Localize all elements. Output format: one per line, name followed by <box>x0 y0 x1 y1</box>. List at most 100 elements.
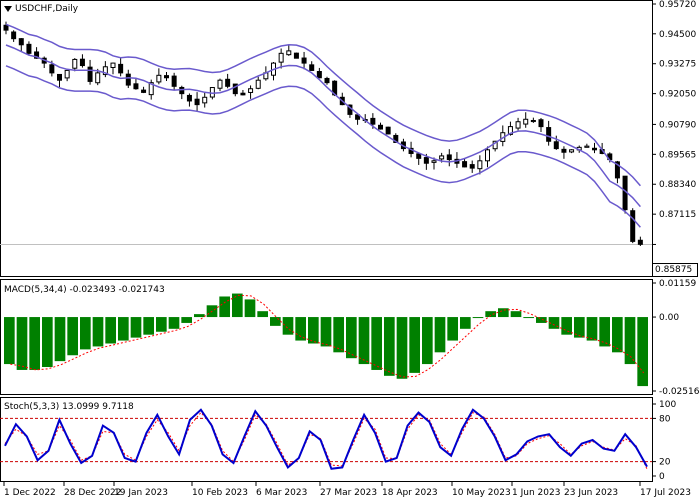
candle-body <box>378 124 383 130</box>
macd-histogram-bar <box>282 317 294 335</box>
date-tick-label: 1 Dec 2022 <box>4 488 56 498</box>
price-tick-label: 0.95720 <box>659 0 696 10</box>
candle-body <box>49 64 55 74</box>
price-tick-label: 0.94500 <box>659 30 696 40</box>
macd-histogram-bar <box>168 317 180 329</box>
candle-body <box>164 75 169 79</box>
date-tick-label: 18 Apr 2023 <box>382 488 438 498</box>
candle-body <box>553 141 559 150</box>
stoch-tick-label: 0 <box>659 472 665 482</box>
candle-body <box>11 31 17 40</box>
candle-body <box>462 161 468 168</box>
macd-tick-label: 0.01159 <box>659 279 696 289</box>
candle-body <box>316 71 322 79</box>
candle-body <box>530 119 536 123</box>
candle-body <box>309 64 315 71</box>
macd-histogram-bar <box>460 317 471 329</box>
macd-histogram-bar <box>320 317 332 347</box>
stoch-tick-label: 100 <box>659 400 676 410</box>
stoch-tick-label: 80 <box>659 414 671 424</box>
macd-histogram-bar <box>29 317 40 370</box>
date-tick-label: 23 Jun 2023 <box>564 488 618 498</box>
macd-histogram-bar <box>54 317 66 362</box>
macd-histogram-bar <box>536 317 547 323</box>
current-price-label: 0.85875 <box>652 263 698 277</box>
date-tick-label: 27 Mar 2023 <box>320 488 377 498</box>
candle-body <box>630 210 636 242</box>
candle-body <box>133 83 139 90</box>
chart-canvas[interactable]: 0.95720 0.94500 0.93275 0.92050 0.90790 0.895… <box>0 0 700 500</box>
candle-body <box>523 118 529 125</box>
candle-body <box>446 154 452 161</box>
macd-histogram-bar <box>105 317 116 344</box>
candle-body <box>538 119 544 128</box>
candle-body <box>515 121 521 129</box>
macd-histogram-bar <box>384 317 395 376</box>
candle-body <box>423 157 429 164</box>
stoch-title: Stoch(5,3,3) 13.0999 9.7118 <box>4 402 134 412</box>
candle-body <box>225 78 231 87</box>
macd-tick-label: -0.025164 <box>659 387 700 397</box>
macd-histogram-bar <box>118 317 129 341</box>
price-tick-label: 0.93275 <box>659 60 696 70</box>
macd-histogram-bar <box>346 317 357 359</box>
macd-histogram-bar <box>422 317 433 365</box>
candle-body <box>439 155 445 160</box>
symbol-dropdown-icon[interactable] <box>4 5 12 12</box>
macd-histogram-bar <box>92 317 104 347</box>
macd-histogram-bar <box>16 317 28 370</box>
date-tick-label: 10 May 2023 <box>452 488 511 498</box>
macd-histogram-bar <box>586 317 598 341</box>
macd-tick-label: 0.00 <box>659 313 679 323</box>
candle-body <box>301 57 307 64</box>
macd-histogram-bar <box>498 308 509 318</box>
candle-body <box>186 94 192 102</box>
candle-body <box>118 63 124 74</box>
macd-histogram-bar <box>219 296 230 318</box>
candle-body <box>469 164 475 169</box>
candle-body <box>569 149 575 153</box>
candle-body <box>57 73 62 81</box>
macd-histogram-bar <box>624 317 636 365</box>
macd-histogram-bar <box>409 317 420 373</box>
candle-body <box>561 148 567 153</box>
date-tick-label: 17 Jul 2023 <box>640 488 691 498</box>
macd-histogram-bar <box>358 317 370 365</box>
macd-histogram-bar <box>447 317 458 341</box>
macd-histogram-bar <box>396 317 408 379</box>
macd-histogram-bar <box>143 317 154 335</box>
chart-window[interactable]: 0.95720 0.94500 0.93275 0.92050 0.90790 0.895… <box>0 0 700 500</box>
price-tick-label: 0.87115 <box>659 210 696 220</box>
candle-body <box>171 75 177 87</box>
macd-histogram-bar <box>270 317 281 326</box>
candle-body <box>87 66 93 82</box>
macd-histogram-bar <box>637 317 648 387</box>
candle-body <box>95 72 101 84</box>
candle-body <box>385 126 391 135</box>
date-tick-label: 1 Jun 2023 <box>512 488 560 498</box>
macd-histogram-bar <box>67 317 78 356</box>
candle-body <box>416 153 422 159</box>
candle-body <box>18 38 24 46</box>
candle-body <box>637 239 643 245</box>
candle-body <box>202 96 208 104</box>
macd-title: MACD(5,34,4) -0.023493 -0.021743 <box>4 285 165 295</box>
stoch-tick-label: 20 <box>659 458 671 468</box>
macd-histogram-bar <box>257 311 268 318</box>
date-tick-label: 10 Feb 2023 <box>192 488 248 498</box>
bollinger-lower-band <box>5 65 641 228</box>
candle-body <box>194 98 200 106</box>
macd-histogram-bar <box>510 311 522 318</box>
price-tick-label: 0.90790 <box>659 120 696 130</box>
macd-histogram-bar <box>232 293 243 318</box>
macd-histogram-bar <box>308 317 319 344</box>
macd-histogram-bar <box>295 317 306 341</box>
macd-histogram-bar <box>156 317 167 332</box>
candle-body <box>141 89 147 93</box>
macd-histogram-bar <box>194 314 205 318</box>
price-tick-label: 0.88340 <box>659 180 696 190</box>
candle-body <box>3 24 9 31</box>
bollinger-middle-band <box>5 44 641 208</box>
candle-body <box>255 79 261 89</box>
candle-body <box>217 79 223 89</box>
